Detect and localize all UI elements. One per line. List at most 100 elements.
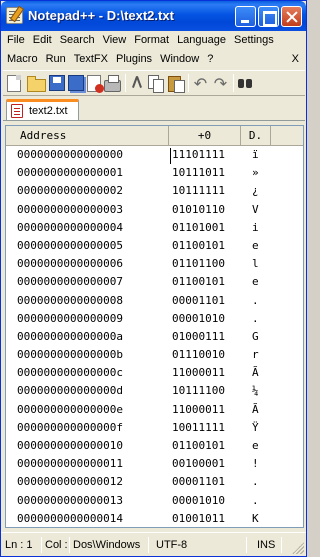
hex-char: V	[252, 202, 259, 216]
hex-address: 000000000000000d	[17, 384, 123, 398]
hex-char: r	[252, 348, 259, 362]
hex-row[interactable]: 000000000000000a 01000111 G	[6, 328, 303, 346]
new-file-icon[interactable]	[7, 74, 21, 92]
undo-icon[interactable]: ↶	[192, 74, 209, 93]
status-divider	[148, 537, 149, 553]
menu-help[interactable]: ?	[203, 50, 217, 69]
hex-row[interactable]: 000000000000000c 11000011 Ã	[6, 364, 303, 382]
find-icon[interactable]	[237, 74, 254, 93]
toolbar-separator	[125, 74, 126, 92]
hex-value: 01101001	[172, 220, 225, 234]
hex-row[interactable]: 0000000000000004 01101001 i	[6, 219, 303, 237]
menu-search[interactable]: Search	[56, 31, 99, 50]
open-folder-icon[interactable]	[27, 75, 46, 92]
hex-row[interactable]: 000000000000000e 11000011 Ã	[6, 401, 303, 419]
hex-char: !	[252, 457, 259, 471]
paste-icon[interactable]	[167, 74, 185, 93]
document-icon	[11, 104, 23, 118]
column-header-dump[interactable]: D.	[241, 126, 271, 146]
resize-grip[interactable]	[292, 542, 304, 554]
hex-address: 000000000000000e	[17, 402, 123, 416]
hex-address: 0000000000000002	[17, 184, 123, 198]
menu-file[interactable]: File	[3, 31, 29, 50]
menu-run[interactable]: Run	[42, 50, 70, 69]
hex-char: Ã	[252, 366, 259, 380]
status-divider	[281, 537, 282, 553]
hex-row[interactable]: 0000000000000000 11101111 ï	[6, 146, 303, 164]
close-document-button[interactable]: X	[292, 50, 299, 69]
toolbar: ↶ ↷	[3, 70, 305, 96]
tab-divider	[3, 120, 305, 121]
cut-icon[interactable]	[129, 74, 144, 93]
hex-row[interactable]: 0000000000000014 01001011 K	[6, 510, 303, 527]
hex-row[interactable]: 000000000000000b 01110010 r	[6, 346, 303, 364]
hex-row[interactable]: 0000000000000008 00001101.	[6, 292, 303, 310]
hex-editor[interactable]: Address +0 D. 0000000000000000 11101111 ï 0…	[5, 125, 304, 528]
hex-address: 0000000000000009	[17, 311, 123, 325]
hex-value: 01110010	[172, 348, 225, 362]
menu-plugins[interactable]: Plugins	[112, 50, 156, 69]
redo-icon[interactable]: ↷	[212, 74, 229, 93]
print-icon[interactable]	[104, 74, 121, 92]
hex-row[interactable]: 0000000000000006 01101100 l	[6, 255, 303, 273]
menu-settings[interactable]: Settings	[230, 31, 278, 50]
hex-value: 01001011	[172, 511, 225, 525]
hex-row[interactable]: 0000000000000009 00001010.	[6, 310, 303, 328]
hex-row[interactable]: 0000000000000007 01100101 e	[6, 273, 303, 291]
menu-language[interactable]: Language	[173, 31, 230, 50]
hex-row[interactable]: 0000000000000002 10111111 ¿	[6, 182, 303, 200]
menu-bar: File Edit Search View Format Language Se…	[3, 31, 305, 69]
save-all-icon[interactable]	[68, 75, 84, 91]
window-title: Notepad++ - D:\text2.txt	[28, 8, 174, 23]
maximize-button[interactable]	[258, 6, 279, 27]
hex-address: 0000000000000011	[17, 457, 123, 471]
hex-row[interactable]: 0000000000000003 01010110 V	[6, 201, 303, 219]
status-bar: Ln : 1 Col : Dos\Windows UTF-8 INS	[1, 532, 306, 556]
hex-row[interactable]: 0000000000000001 10111011 »	[6, 164, 303, 182]
title-bar[interactable]: Notepad++ - D:\text2.txt	[1, 1, 306, 31]
hex-row[interactable]: 0000000000000010 01100101 e	[6, 437, 303, 455]
hex-char: G	[252, 329, 259, 343]
hex-char: ¿	[252, 184, 259, 198]
close-file-icon[interactable]	[87, 74, 104, 93]
hex-address: 0000000000000013	[17, 493, 123, 507]
hex-char: Ÿ	[252, 420, 259, 434]
notepad-app-icon[interactable]	[6, 7, 23, 24]
hex-value: 10111100	[172, 384, 225, 398]
menu-view[interactable]: View	[99, 31, 131, 50]
hex-value: 00001101	[172, 475, 225, 489]
tab-text2[interactable]: text2.txt	[6, 99, 79, 121]
copy-icon[interactable]	[147, 74, 164, 93]
hex-char: Ã	[252, 402, 259, 416]
close-window-button[interactable]	[281, 6, 302, 27]
menu-window[interactable]: Window	[156, 50, 203, 69]
hex-address: 000000000000000c	[17, 366, 123, 380]
minimize-button[interactable]	[235, 6, 256, 27]
toolbar-separator	[188, 74, 189, 92]
column-header-offset[interactable]: +0	[169, 126, 241, 146]
hex-row[interactable]: 000000000000000f 10011111 Ÿ	[6, 419, 303, 437]
save-icon[interactable]	[49, 75, 65, 91]
hex-row[interactable]: 0000000000000005 01100101 e	[6, 237, 303, 255]
hex-row[interactable]: 0000000000000013 00001010.	[6, 492, 303, 510]
column-header-address[interactable]: Address	[6, 126, 169, 146]
menu-textfx[interactable]: TextFX	[70, 50, 112, 69]
menu-format[interactable]: Format	[130, 31, 173, 50]
status-encoding: UTF-8	[156, 539, 188, 551]
hex-char: e	[252, 238, 259, 252]
hex-value: 11000011	[172, 366, 225, 380]
hex-row[interactable]: 000000000000000d 10111100 ¼	[6, 382, 303, 400]
hex-row[interactable]: 0000000000000012 00001101.	[6, 473, 303, 491]
tab-label: text2.txt	[29, 105, 68, 117]
hex-row[interactable]: 0000000000000011 00100001!	[6, 455, 303, 473]
status-divider	[246, 537, 247, 553]
hex-address: 0000000000000006	[17, 257, 123, 271]
hex-value: 00100001	[172, 457, 225, 471]
hex-address: 000000000000000b	[17, 348, 123, 362]
hex-char: .	[252, 475, 259, 489]
menu-edit[interactable]: Edit	[29, 31, 56, 50]
menu-macro[interactable]: Macro	[3, 50, 42, 69]
menu-row-2: Macro Run TextFX Plugins Window ?	[3, 50, 217, 69]
hex-value: 10111011	[172, 166, 225, 180]
hex-address: 0000000000000012	[17, 475, 123, 489]
